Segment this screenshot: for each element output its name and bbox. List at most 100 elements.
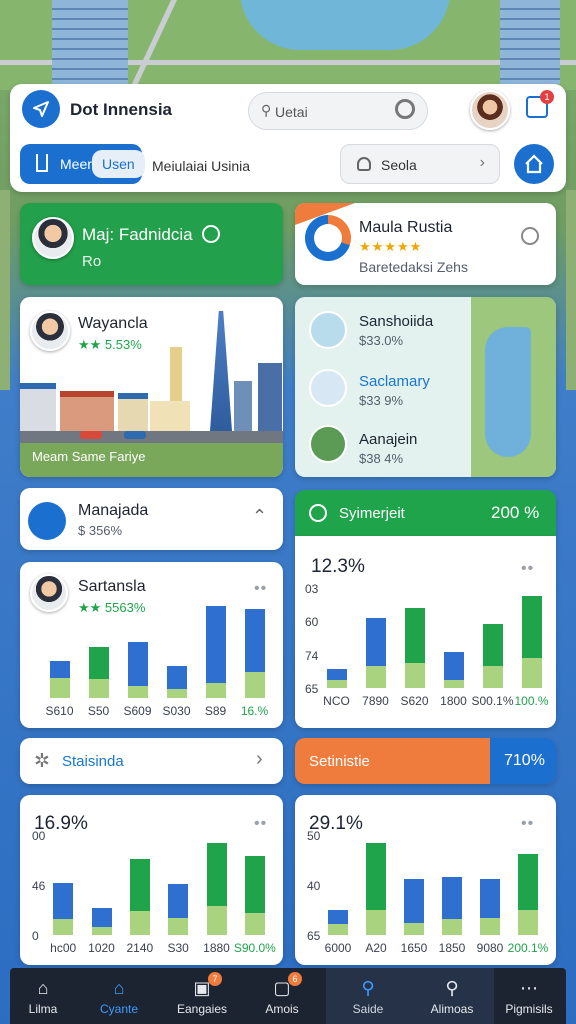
manajada-card[interactable]: Manajada $ 356% ⌃ [20, 488, 283, 550]
chart-bar-upper [49, 660, 70, 678]
chart-bar-lower [244, 912, 265, 935]
chart-bar-lower [404, 922, 424, 935]
chart-bar-upper [244, 855, 265, 913]
x-axis-label: 6000 [324, 941, 352, 955]
more-icon[interactable]: •• [521, 815, 534, 833]
list-item-title: Aanajein [359, 431, 418, 448]
nav-item-amois[interactable]: ▢ 6 Amois [246, 968, 318, 1024]
chart-bar-upper [205, 606, 226, 683]
chart-bar-lower [206, 906, 227, 935]
chart-bar-upper [206, 843, 227, 907]
notification-badge: 1 [540, 90, 554, 104]
app-header: Dot Innensia ⚲ Uetai 1 Meer Usen Meiulai… [10, 84, 566, 192]
notification-icon[interactable]: 1 [526, 90, 554, 118]
chart-bar-upper [53, 882, 74, 920]
x-axis-label: 9080 [476, 941, 504, 955]
y-axis-label: 65 [305, 682, 319, 696]
chart-bar-lower [205, 682, 226, 698]
chart-bar [404, 608, 425, 688]
search-input[interactable]: Uetai [275, 104, 308, 120]
nav-item-alimoas[interactable]: ⚲ Alimoas [414, 968, 490, 1024]
list-item[interactable]: Sanshoiida $33.0% [305, 307, 475, 357]
x-axis-label: A20 [365, 941, 387, 955]
search-button-icon[interactable] [395, 99, 415, 119]
city-title: Wayancla [78, 315, 148, 332]
chart-bar [129, 858, 150, 935]
nav-badge: 6 [288, 972, 302, 986]
clock-icon[interactable] [521, 227, 539, 245]
more-icon[interactable]: •• [254, 580, 267, 598]
staisinda-row[interactable]: ✲ Staisinda › [20, 738, 283, 784]
y-axis-label: 50 [307, 829, 321, 843]
search-box[interactable]: ⚲ Uetai [248, 92, 428, 130]
tab-meiulaiai[interactable]: Meiulaiai Usinia [152, 158, 250, 174]
chart-bar-lower [166, 689, 187, 698]
chat-icon [309, 504, 327, 522]
nav-item-pigmisils[interactable]: ⋯ Pigmisils [492, 968, 566, 1024]
y-axis-label: 60 [305, 615, 319, 630]
promo-card[interactable]: Maj: Fadnidcia Ro [20, 203, 283, 285]
nav-label: Cyante [99, 1002, 139, 1016]
chart-bar-upper [365, 617, 386, 667]
chart-bar [480, 878, 500, 935]
y-axis-label: 65 [307, 929, 321, 943]
chart-card-4[interactable]: 29.1% •• 6000 A20 1650 1850 9080 200.1% 50 40 65 [295, 795, 556, 965]
more-icon[interactable]: •• [521, 560, 534, 578]
chevron-right-icon: › [479, 154, 485, 171]
nav-item-saide[interactable]: ⚲ Saide [332, 968, 404, 1024]
check-circle-icon[interactable] [202, 225, 220, 243]
navigation-arrow-icon[interactable] [22, 90, 60, 128]
chart-bar-lower [404, 663, 425, 688]
manajada-title: Manajada [78, 502, 149, 519]
y-axis-label: 03 [305, 582, 319, 596]
search-pill[interactable]: Seola › [340, 144, 500, 184]
rating-stars: ★★★★★ [359, 239, 423, 254]
search-pill-label: Seola [381, 157, 417, 173]
rating-card[interactable]: Maula Rustia ★★★★★ Baretedaksi Zehs [295, 203, 556, 285]
nav-item-cyante[interactable]: ⌂ Cyante [86, 968, 152, 1024]
chart-bar-upper [328, 910, 348, 925]
chart-bar-upper [88, 646, 109, 680]
box-icon: ▢ 6 [272, 972, 302, 998]
tab-meer-usen[interactable]: Meer Usen [20, 144, 145, 184]
more-icon[interactable]: •• [254, 815, 267, 833]
list-item[interactable]: Aanajein $38 4% [305, 423, 475, 473]
nav-item-lilma[interactable]: ⌂ Lilma [10, 968, 76, 1024]
home-button[interactable] [514, 144, 554, 184]
house-icon: ⌂ [113, 978, 125, 998]
setinistie-row[interactable]: Setinistie 710% [295, 738, 556, 784]
nav-badge: 7 [208, 972, 222, 986]
chart-bar-upper [521, 596, 542, 659]
nav-label: Amois [265, 1002, 299, 1016]
chart-bar [442, 877, 462, 935]
chevron-right-icon[interactable]: › [256, 748, 263, 771]
chart-bar [53, 882, 74, 935]
chart-bar-lower [129, 911, 150, 935]
chart-card-2[interactable]: 12.3% •• NCO 7890 S620 1800 S00.1% 100.% 03 60 7… [295, 536, 556, 728]
nav-item-eangaies[interactable]: ▣ 7 Eangaies [162, 968, 242, 1024]
chart-bar [326, 669, 347, 688]
chart-bar [88, 646, 109, 698]
more-icon: ⋯ [520, 978, 538, 998]
chart4-plot: 6000 A20 1650 1850 9080 200.1% 50 40 65 [307, 829, 548, 955]
chart-card-3[interactable]: 16.9% •• hc00 1020 2140 S30 1880 S90.0% 00 46 0 [20, 795, 283, 965]
city-card[interactable]: Wayancla ★★ 5.53% Meam Same Fariye [20, 297, 283, 477]
chart-bar-upper [518, 853, 538, 911]
x-axis-label: 1880 [203, 941, 230, 955]
x-axis-label: 16.% [240, 704, 269, 718]
chevron-up-icon[interactable]: ⌃ [252, 506, 267, 527]
chart-card-1[interactable]: Sartansla ★★ 5563% •• S610 S50 S609 S030 S89… [20, 562, 283, 728]
chart-bar [482, 624, 503, 688]
user-avatar[interactable] [470, 90, 510, 130]
chart-bar-upper [482, 624, 503, 667]
list-card[interactable]: Sanshoiida $33.0% Saclamary $33 9% Aanaj… [295, 297, 556, 477]
city-avatar [30, 311, 70, 351]
symerjeit-card[interactable]: Syimerjeit 200 % [295, 490, 556, 536]
promo-subtitle: Ro [82, 253, 102, 270]
group-icon [28, 502, 66, 540]
bottom-navigation: ⌂ Lilma ⌂ Cyante ▣ 7 Eangaies ▢ 6 Amois ⚲ … [10, 968, 566, 1024]
chart-bar-lower [365, 666, 386, 688]
chart-bar-lower [91, 927, 112, 935]
list-item-title: Sanshoiida [359, 313, 434, 330]
list-item[interactable]: Saclamary $33 9% [305, 365, 475, 415]
